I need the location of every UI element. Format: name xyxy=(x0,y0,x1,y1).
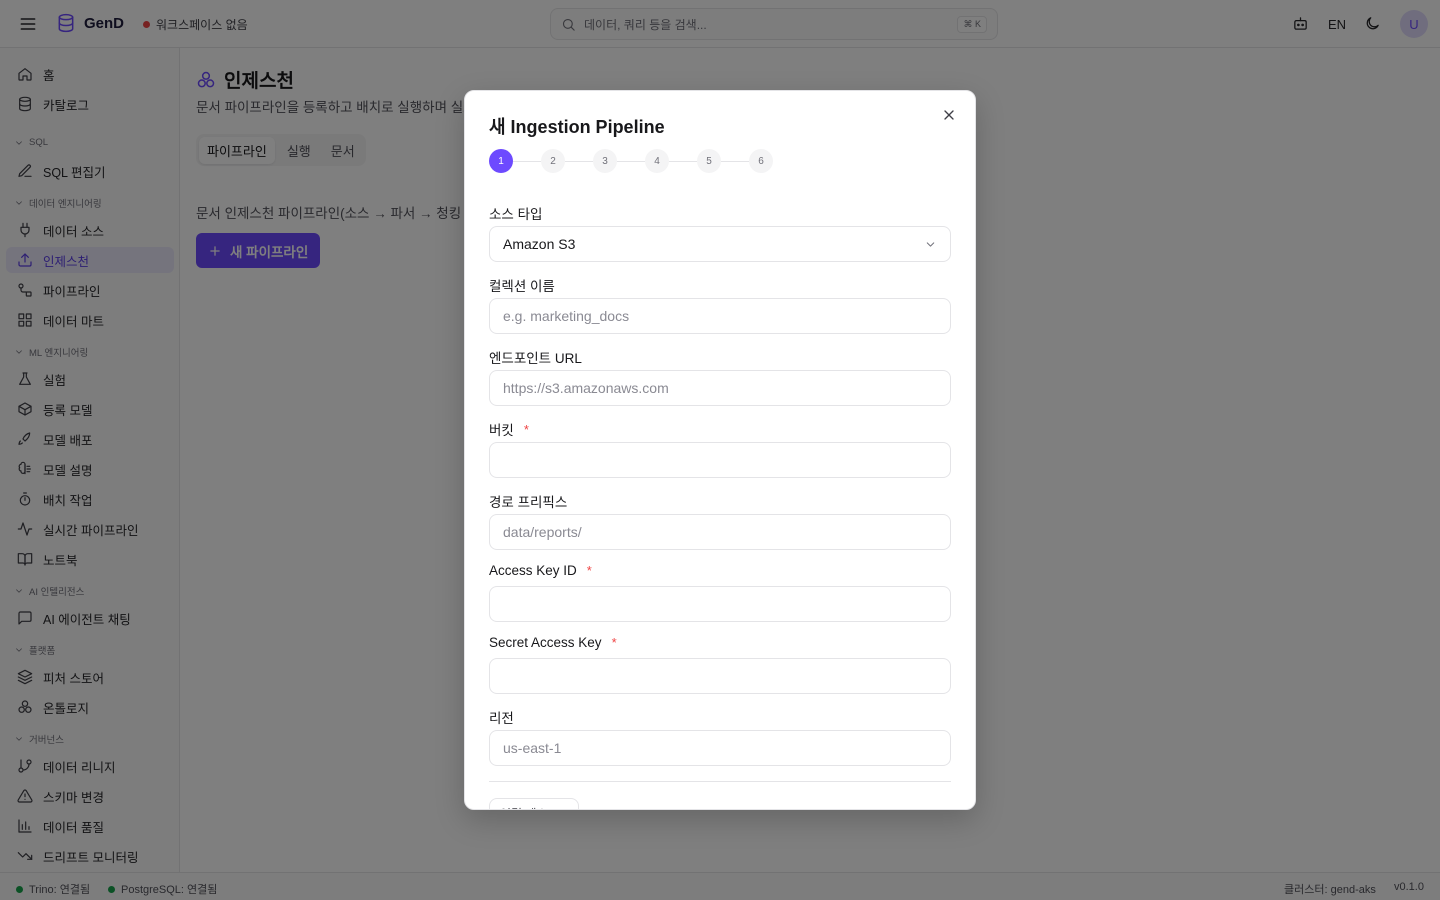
step-3[interactable]: 3 xyxy=(593,149,617,173)
field-label-text: 경로 프리픽스 xyxy=(489,495,568,510)
step-2[interactable]: 2 xyxy=(541,149,565,173)
dialog-divider xyxy=(489,781,951,782)
field-label-text: Access Key ID xyxy=(489,563,577,578)
access-key-id-label: Access Key ID * xyxy=(489,563,592,578)
required-mark: * xyxy=(523,421,529,437)
step-connector xyxy=(565,160,593,162)
step-1[interactable]: 1 xyxy=(489,149,513,173)
collection-name-label: 컬렉션 이름 xyxy=(489,275,555,295)
endpoint-url-label: 엔드포인트 URL xyxy=(489,347,582,367)
field-label-text: 리전 xyxy=(489,711,514,726)
chevron-down-icon xyxy=(924,238,937,251)
path-prefix-input[interactable] xyxy=(489,514,951,550)
secret-access-key-input[interactable] xyxy=(489,658,951,694)
step-6[interactable]: 6 xyxy=(749,149,773,173)
source-type-value: Amazon S3 xyxy=(503,236,576,252)
field-label-text: 엔드포인트 URL xyxy=(489,351,582,366)
step-connector xyxy=(513,160,541,162)
step-connector xyxy=(721,160,749,162)
region-label: 리전 xyxy=(489,707,514,727)
source-type-select[interactable]: Amazon S3 xyxy=(489,226,951,262)
step-4[interactable]: 4 xyxy=(645,149,669,173)
access-key-id-input[interactable] xyxy=(489,586,951,622)
field-label-text: 컬렉션 이름 xyxy=(489,279,555,294)
required-mark: * xyxy=(611,635,617,650)
secret-access-key-label: Secret Access Key * xyxy=(489,635,617,650)
dialog-title: 새 Ingestion Pipeline xyxy=(489,117,665,137)
step-5[interactable]: 5 xyxy=(697,149,721,173)
bucket-input[interactable] xyxy=(489,442,951,478)
bucket-label: 버킷 * xyxy=(489,419,529,439)
field-label-text: 버킷 xyxy=(489,423,514,438)
required-mark: * xyxy=(586,563,592,578)
step-connector xyxy=(669,160,697,162)
field-label-text: 소스 타입 xyxy=(489,207,543,222)
close-icon[interactable] xyxy=(941,107,959,125)
field-label-text: Secret Access Key xyxy=(489,635,602,650)
new-ingestion-pipeline-dialog: 새 Ingestion Pipeline 1 2 3 4 5 6 소스 타입 A… xyxy=(464,90,976,810)
stepper: 1 2 3 4 5 6 xyxy=(489,149,773,173)
source-type-label: 소스 타입 xyxy=(489,203,542,223)
path-prefix-label: 경로 프리픽스 xyxy=(489,491,567,511)
collection-name-input[interactable] xyxy=(489,298,951,334)
step-connector xyxy=(617,160,645,162)
region-input[interactable] xyxy=(489,730,951,766)
endpoint-url-input[interactable] xyxy=(489,370,951,406)
connection-test-button[interactable]: 연결 테스트 xyxy=(489,798,579,809)
